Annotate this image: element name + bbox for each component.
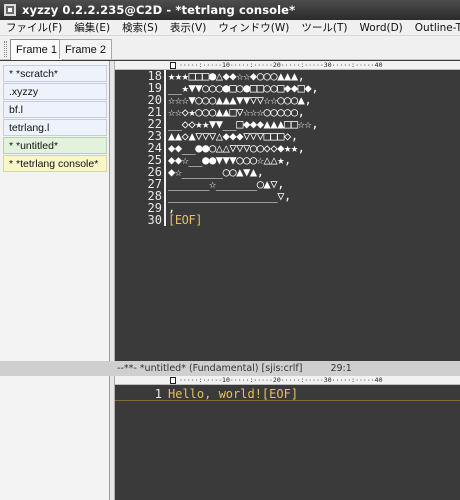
tab-frame-1[interactable]: Frame 1 [10, 39, 63, 60]
buffer-item-bf[interactable]: bf.l [3, 101, 107, 118]
editor-text-area[interactable]: 18 ★★★□□□●△◆◆☆☆◆○○○▲▲▲, 19 __★▼▼○○○●□○●□□○… [115, 70, 460, 361]
menu-bar: ファイル(F) 編集(E) 検索(S) 表示(V) ウィンドウ(W) ツール(T… [0, 20, 460, 36]
buffer-item-scratch[interactable]: * *scratch* [3, 65, 107, 82]
buffer-item-tetrlang[interactable]: tetrlang.l [3, 119, 107, 136]
menu-outline-tree[interactable]: Outline-Tree [409, 22, 460, 34]
menu-edit[interactable]: 編集(E) [68, 20, 116, 35]
title-bar: xyzzy 0.2.2.235@C2D - *tetrlang console* [0, 0, 460, 20]
line-number: 30 [147, 213, 162, 227]
window-title: xyzzy 0.2.2.235@C2D - *tetrlang console* [22, 3, 296, 17]
buffer-item-xyzzy[interactable]: .xyzzy [3, 83, 107, 100]
console-line: 1 Hello, world![EOF] [115, 388, 460, 401]
code-line: 25 ◆◆☆__●●▼▼▼○○○☆△△★, [115, 154, 460, 166]
ruler-ticks: ·····:·····10·····:·····20·····:·····30·… [179, 376, 383, 384]
ruler-cursor-marker [170, 377, 176, 384]
menu-file[interactable]: ファイル(F) [0, 20, 68, 35]
eof-marker: [EOF] [168, 213, 203, 227]
code-line: 28 ________________▽, [115, 190, 460, 202]
column-ruler-bottom: ·····:·····10·····:·····20·····:·····30·… [115, 376, 460, 385]
menu-view[interactable]: 表示(V) [164, 20, 212, 35]
code-line: 26 ◆☆______○○▲▼▲, [115, 166, 460, 178]
menu-tools[interactable]: ツール(T) [295, 20, 353, 35]
line-text: ________________▽, [168, 189, 291, 203]
tab-frame-2[interactable]: Frame 2 [59, 39, 112, 59]
xyzzy-app-icon[interactable] [3, 3, 17, 17]
ruler-ticks: ·····:·····10·····:·····20·····:·····30·… [179, 61, 383, 69]
menu-window[interactable]: ウィンドウ(W) [212, 20, 295, 35]
top-editor-pane[interactable]: ·····:·····10·····:·····20·····:·····30·… [115, 61, 460, 361]
toolbar-grip-icon[interactable] [4, 41, 7, 57]
column-ruler: ·····:·····10·····:·····20·····:·····30·… [115, 61, 460, 70]
buffer-list: * *scratch* .xyzzy bf.l tetrlang.l * *un… [0, 61, 110, 500]
line-number: 1 [154, 387, 162, 401]
buffer-item-tetrlang-console[interactable]: * *tetrlang console* [3, 155, 107, 172]
console-output: Hello, world![EOF] [168, 387, 299, 401]
cursor-position: 29:1 [330, 363, 352, 374]
frame-tab-bar: Frame 1 Frame 2 [0, 36, 460, 60]
code-line: 30 [EOF] [115, 214, 460, 226]
code-line: 29, [115, 202, 460, 214]
menu-search[interactable]: 検索(S) [116, 20, 164, 35]
modeline-left-filler [0, 361, 115, 376]
mode-line-status: --**- *untitled* (Fundamental) [sjis:crl… [117, 363, 303, 374]
bottom-editor-pane[interactable]: ·····:·····10·····:·····20·····:·····30·… [115, 376, 460, 500]
ruler-cursor-marker [170, 62, 176, 69]
menu-word[interactable]: Word(D) [354, 22, 409, 34]
buffer-item-untitled[interactable]: * *untitled* [3, 137, 107, 154]
console-text-area[interactable]: 1 Hello, world![EOF] [115, 388, 460, 500]
mode-line: --**- *untitled* (Fundamental) [sjis:crl… [115, 361, 460, 376]
